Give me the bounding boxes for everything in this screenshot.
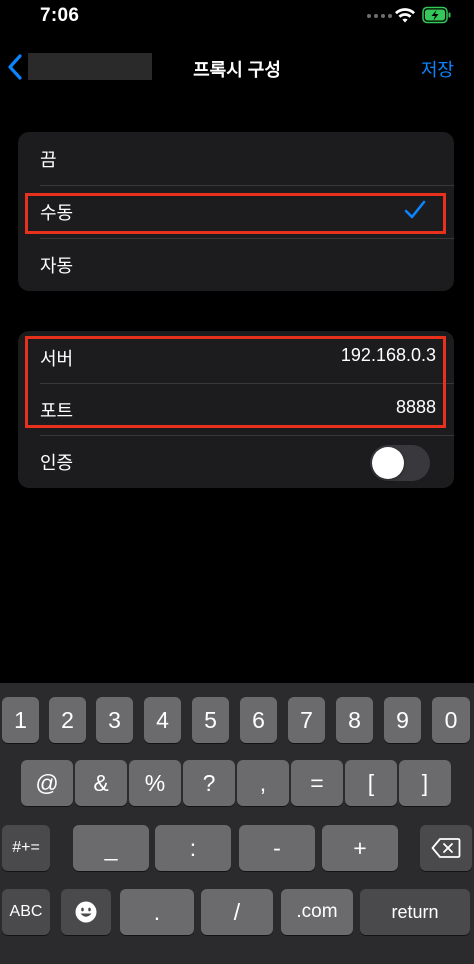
key-equals[interactable]: =: [291, 760, 343, 806]
key-underscore[interactable]: _: [73, 825, 149, 871]
port-label: 포트: [40, 401, 74, 421]
cellular-signal-icon: [367, 14, 392, 18]
checkmark-icon: [404, 200, 426, 219]
key-6[interactable]: 6: [240, 697, 277, 743]
key-colon[interactable]: :: [155, 825, 231, 871]
key-period[interactable]: .: [120, 889, 194, 935]
port-field[interactable]: 8888: [396, 397, 436, 418]
auth-row: 인증: [18, 435, 454, 488]
server-row[interactable]: 서버 192.168.0.3: [18, 331, 454, 384]
proxy-mode-option-manual[interactable]: 수동: [18, 185, 454, 238]
emoji-icon: [75, 901, 97, 923]
key-question[interactable]: ?: [183, 760, 235, 806]
key-symbols-toggle[interactable]: #+=: [2, 825, 50, 871]
key-7[interactable]: 7: [288, 697, 325, 743]
key-2[interactable]: 2: [49, 697, 86, 743]
key-5[interactable]: 5: [192, 697, 229, 743]
nav-bar: 프록시 구성 저장: [0, 44, 474, 90]
key-bracket-close[interactable]: ]: [399, 760, 451, 806]
proxy-mode-option-off[interactable]: 끔: [18, 132, 454, 185]
key-at[interactable]: @: [21, 760, 73, 806]
key-delete[interactable]: [420, 825, 472, 871]
key-abc[interactable]: ABC: [2, 889, 50, 935]
wifi-icon: [395, 8, 415, 23]
option-label: 끔: [40, 150, 57, 170]
proxy-settings-group: 서버 192.168.0.3 포트 8888 인증: [18, 331, 454, 488]
option-label: 자동: [40, 256, 74, 276]
key-slash[interactable]: /: [201, 889, 273, 935]
server-field[interactable]: 192.168.0.3: [341, 345, 436, 366]
option-label: 수동: [40, 203, 74, 223]
key-comma[interactable]: ,: [237, 760, 289, 806]
proxy-mode-option-auto[interactable]: 자동: [18, 238, 454, 291]
key-hyphen[interactable]: -: [239, 825, 315, 871]
proxy-mode-group: 끔 수동 자동: [18, 132, 454, 291]
key-return[interactable]: return: [360, 889, 470, 935]
key-plus[interactable]: +: [322, 825, 398, 871]
toggle-knob: [372, 447, 404, 479]
key-3[interactable]: 3: [96, 697, 133, 743]
status-time: 7:06: [40, 5, 80, 26]
numeric-keyboard: 1 2 3 4 5 6 7 8 9 0 @ & % ? , = [ ] #+= …: [0, 683, 474, 964]
key-8[interactable]: 8: [336, 697, 373, 743]
battery-charging-icon: [422, 6, 451, 24]
key-4[interactable]: 4: [144, 697, 181, 743]
key-emoji[interactable]: [61, 889, 111, 935]
key-percent[interactable]: %: [129, 760, 181, 806]
port-row[interactable]: 포트 8888: [18, 383, 454, 436]
key-dotcom[interactable]: .com: [281, 889, 353, 935]
status-bar: 7:06: [0, 0, 474, 34]
auth-toggle[interactable]: [370, 445, 430, 481]
auth-label: 인증: [40, 453, 74, 473]
key-ampersand[interactable]: &: [75, 760, 127, 806]
key-0[interactable]: 0: [432, 697, 470, 743]
key-1[interactable]: 1: [2, 697, 39, 743]
key-bracket-open[interactable]: [: [345, 760, 397, 806]
key-9[interactable]: 9: [384, 697, 421, 743]
page-title: 프록시 구성: [193, 60, 281, 80]
server-label: 서버: [40, 349, 74, 369]
delete-left-icon: [431, 838, 461, 858]
save-button[interactable]: 저장: [421, 56, 454, 82]
